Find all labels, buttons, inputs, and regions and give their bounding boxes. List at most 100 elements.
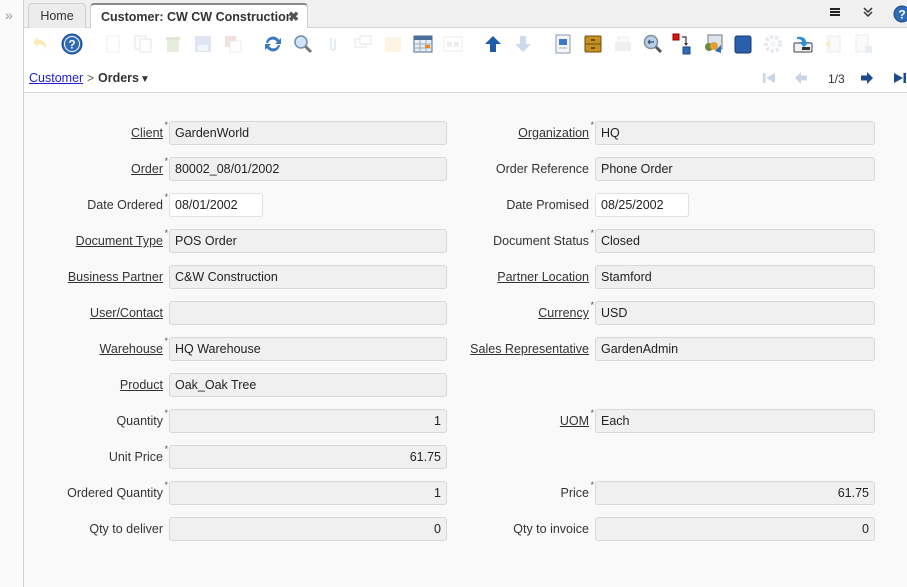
save-button[interactable] (192, 33, 214, 55)
last-record-button[interactable] (893, 71, 907, 88)
currency-field[interactable]: USD (595, 301, 875, 325)
qty-to-invoice-field[interactable]: 0 (595, 517, 875, 541)
breadcrumb-current[interactable]: Orders▼ (98, 71, 150, 85)
unit-price-label-text: Unit Price (108, 450, 163, 464)
order-reference-field[interactable]: Phone Order (595, 157, 875, 181)
tab-home-label: Home (40, 9, 74, 23)
tab-active-label: Customer: CW CW Construction (101, 10, 294, 24)
postit-icon (385, 37, 401, 52)
print-button[interactable] (612, 33, 634, 55)
attachment-button[interactable] (322, 33, 344, 55)
qty-to-deliver-label-text: Qty to deliver (89, 522, 163, 536)
svg-text:?: ? (898, 8, 905, 22)
parent-record-button[interactable] (482, 33, 504, 55)
grid-toggle-button[interactable] (412, 33, 434, 55)
chat-button[interactable] (352, 33, 374, 55)
last-record-icon (894, 73, 906, 83)
client-label[interactable]: Client * (131, 120, 168, 140)
partner-location-label-text: Partner Location (497, 270, 589, 284)
product-field[interactable]: Oak_Oak Tree (169, 373, 447, 397)
date-promised-label-text: Date Promised (506, 198, 589, 212)
menu-icon[interactable] (829, 6, 841, 20)
client-field[interactable]: GardenWorld (169, 121, 447, 145)
order-label[interactable]: Order * (131, 156, 168, 176)
sales-representative-label[interactable]: Sales Representative (470, 342, 589, 356)
undo-button[interactable] (30, 33, 52, 55)
save-and-new-button[interactable] (222, 33, 244, 55)
tab-customer-orders[interactable]: Customer: CW CW Construction ✖ (90, 3, 308, 29)
zoom-across-button[interactable] (642, 33, 664, 55)
multi-view-button[interactable] (442, 33, 464, 55)
dropdown-caret-icon: ▼ (140, 74, 150, 85)
previous-record-button[interactable] (794, 71, 808, 88)
file-import-button[interactable] (822, 33, 844, 55)
help-button[interactable]: ? (61, 33, 83, 55)
required-marker: * (164, 156, 168, 166)
document-type-label[interactable]: Document Type * (76, 228, 168, 248)
postit-button[interactable] (382, 33, 404, 55)
collapse-all-icon[interactable] (862, 6, 874, 20)
breadcrumb-current-label: Orders (98, 71, 139, 85)
copy-record-button[interactable] (132, 33, 154, 55)
date-ordered-label: Date Ordered * (87, 192, 168, 212)
sales-representative-field[interactable]: GardenAdmin (595, 337, 875, 361)
refresh-button[interactable] (262, 33, 284, 55)
tab-home[interactable]: Home (28, 3, 86, 28)
breadcrumb-customer-link[interactable]: Customer (29, 71, 83, 85)
record-position: 1/3 (828, 72, 845, 86)
process-button[interactable] (762, 33, 784, 55)
zoom-across-icon (643, 34, 663, 54)
required-marker: * (164, 444, 168, 454)
qty-to-deliver-field[interactable]: 0 (169, 517, 447, 541)
warehouse-field[interactable]: HQ Warehouse (169, 337, 447, 361)
close-tab-icon[interactable]: ✖ (288, 5, 299, 29)
organization-field[interactable]: HQ (595, 121, 875, 145)
report-button[interactable] (552, 33, 574, 55)
order-field[interactable]: 80002_08/01/2002 (169, 157, 447, 181)
partner-location-field[interactable]: Stamford (595, 265, 875, 289)
date-ordered-field[interactable]: 08/01/2002 (169, 193, 263, 217)
active-workflows-button[interactable] (672, 33, 694, 55)
uom-label[interactable]: UOM * (560, 408, 594, 428)
business-partner-label[interactable]: Business Partner (68, 270, 163, 284)
detail-record-button[interactable] (512, 33, 534, 55)
organization-label[interactable]: Organization * (518, 120, 594, 140)
document-type-field[interactable]: POS Order (169, 229, 447, 253)
app-window: » Home Customer: CW CW Construction ✖ ? … (0, 0, 907, 587)
ordered-quantity-label: Ordered Quantity * (67, 480, 168, 500)
uom-field[interactable]: Each (595, 409, 875, 433)
report-icon (555, 34, 571, 54)
requests-button[interactable] (702, 33, 724, 55)
find-button[interactable] (292, 33, 314, 55)
business-partner-field[interactable]: C&W Construction (169, 265, 447, 289)
unit-price-field[interactable]: 61.75 (169, 445, 447, 469)
quick-form-button[interactable] (852, 33, 874, 55)
delete-icon (166, 37, 180, 52)
help-icon[interactable]: ? (893, 5, 907, 25)
new-record-button[interactable] (102, 33, 124, 55)
first-record-icon (763, 73, 775, 83)
currency-label[interactable]: Currency * (538, 300, 594, 320)
document-status-field[interactable]: Closed (595, 229, 875, 253)
price-field[interactable]: 61.75 (595, 481, 875, 505)
archive-button[interactable] (582, 33, 604, 55)
product-label[interactable]: Product (120, 378, 163, 392)
export-button[interactable] (792, 33, 814, 55)
quantity-field[interactable]: 1 (169, 409, 447, 433)
grid-icon (413, 35, 433, 53)
required-marker: * (590, 228, 594, 238)
expand-panel-icon[interactable]: » (5, 8, 13, 22)
delete-record-button[interactable] (162, 33, 184, 55)
date-promised-field[interactable]: 08/25/2002 (595, 193, 689, 217)
first-record-button[interactable] (762, 71, 776, 88)
warehouse-label[interactable]: Warehouse * (100, 336, 168, 356)
user-contact-field[interactable] (169, 301, 447, 325)
unit-price-label: Unit Price * (108, 444, 168, 464)
partner-location-label[interactable]: Partner Location (497, 270, 589, 284)
product-info-button[interactable] (732, 33, 754, 55)
next-record-button[interactable] (860, 71, 874, 88)
user-contact-label[interactable]: User/Contact (90, 306, 163, 320)
ordered-quantity-field[interactable]: 1 (169, 481, 447, 505)
required-marker: * (590, 300, 594, 310)
requests-icon (705, 34, 723, 53)
